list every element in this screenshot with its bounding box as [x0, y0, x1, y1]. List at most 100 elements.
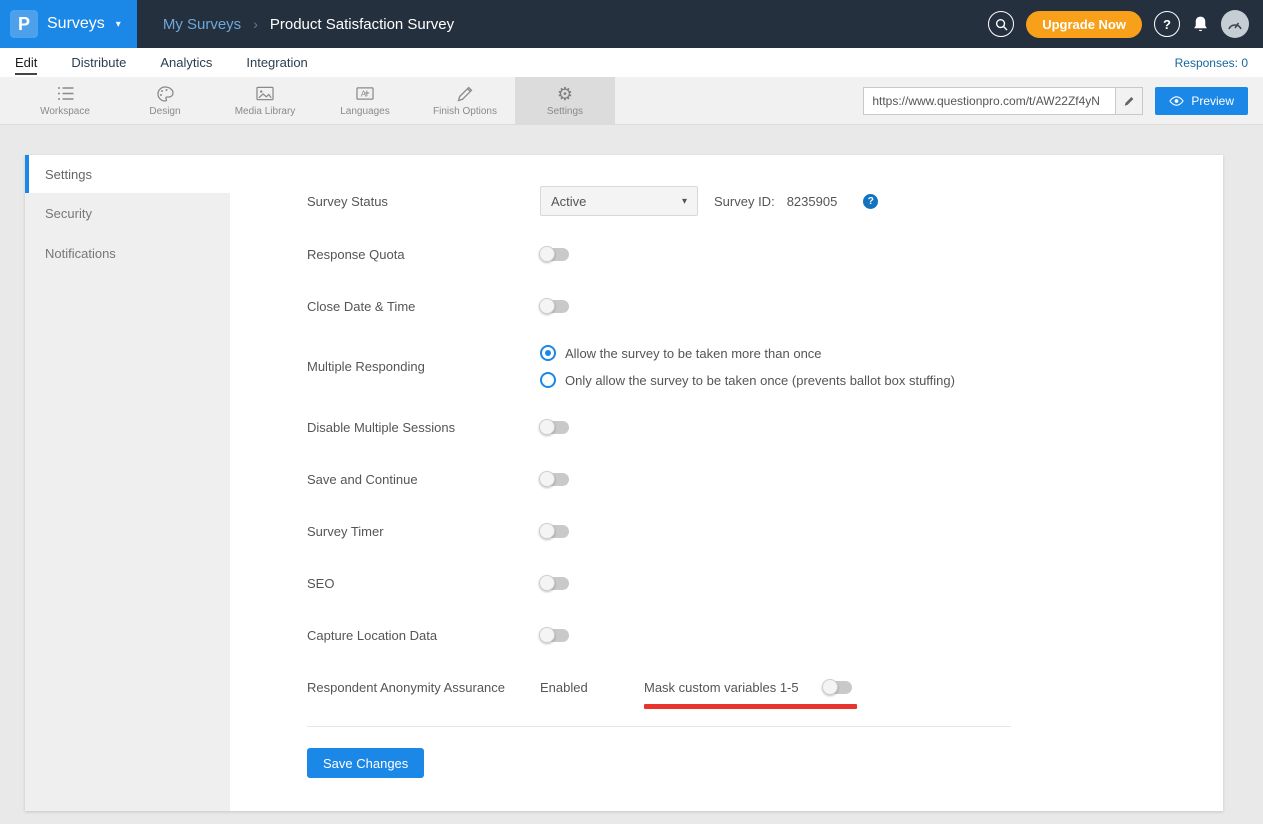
- survey-timer-toggle[interactable]: [540, 525, 569, 538]
- mask-custom-variables-group: Mask custom variables 1-5: [644, 680, 852, 695]
- edit-url-button[interactable]: [1115, 88, 1142, 114]
- main-content: Settings Security Notifications Survey S…: [0, 125, 1263, 811]
- image-icon: [255, 85, 275, 102]
- seo-toggle[interactable]: [540, 577, 569, 590]
- product-menu-label: Surveys: [47, 15, 105, 33]
- tab-integration[interactable]: Integration: [246, 50, 307, 75]
- row-respondent-anonymity: Respondent Anonymity Assurance Enabled M…: [307, 674, 1223, 701]
- toolbar-item-design[interactable]: Design: [115, 77, 215, 124]
- survey-id-help-icon[interactable]: ?: [863, 194, 878, 209]
- settings-form: Survey Status Active ▾ Survey ID: 823590…: [230, 155, 1223, 811]
- save-and-continue-toggle[interactable]: [540, 473, 569, 486]
- header-actions: Upgrade Now ?: [988, 10, 1263, 38]
- pencil-icon: [1123, 95, 1135, 107]
- survey-status-label: Survey Status: [307, 194, 540, 209]
- response-quota-label: Response Quota: [307, 247, 540, 262]
- toolbar-item-media-library[interactable]: Media Library: [215, 77, 315, 124]
- sidebar-item-notifications[interactable]: Notifications: [25, 233, 230, 273]
- toolbar-label: Finish Options: [433, 106, 497, 117]
- toolbar-item-languages[interactable]: A Languages: [315, 77, 415, 124]
- tab-analytics[interactable]: Analytics: [160, 50, 212, 75]
- mask-custom-variables-toggle[interactable]: [823, 681, 852, 694]
- preview-label: Preview: [1191, 94, 1234, 108]
- tab-edit[interactable]: Edit: [15, 50, 37, 75]
- survey-status-select[interactable]: Active ▾: [540, 186, 698, 216]
- toggle-knob: [539, 523, 555, 539]
- chevron-down-icon: ▾: [682, 196, 687, 207]
- gear-icon: ⚙: [557, 85, 573, 103]
- toolbar-right: Preview: [863, 77, 1263, 124]
- languages-icon: A: [355, 85, 375, 102]
- workspace-icon: [56, 85, 75, 102]
- product-menu[interactable]: P Surveys ▾: [0, 0, 137, 48]
- toggle-knob: [539, 419, 555, 435]
- survey-id-value: 8235905: [787, 194, 838, 209]
- bell-icon: [1192, 15, 1209, 33]
- toolbar-label: Languages: [340, 106, 390, 117]
- settings-card: Settings Security Notifications Survey S…: [25, 155, 1223, 811]
- sidebar-item-label: Notifications: [45, 246, 116, 261]
- account-avatar[interactable]: [1221, 10, 1249, 38]
- disable-multiple-sessions-toggle[interactable]: [540, 421, 569, 434]
- disable-multiple-sessions-label: Disable Multiple Sessions: [307, 420, 540, 435]
- preview-button[interactable]: Preview: [1155, 87, 1248, 115]
- toolbar-item-workspace[interactable]: Workspace: [15, 77, 115, 124]
- eye-icon: [1169, 95, 1184, 107]
- toolbar-item-finish-options[interactable]: Finish Options: [415, 77, 515, 124]
- capture-location-data-label: Capture Location Data: [307, 628, 540, 643]
- save-and-continue-label: Save and Continue: [307, 472, 540, 487]
- toolbar-item-settings[interactable]: ⚙ Settings: [515, 77, 615, 124]
- close-date-time-toggle[interactable]: [540, 300, 569, 313]
- red-highlight-bar: [644, 704, 857, 709]
- multiple-responding-label: Multiple Responding: [307, 359, 540, 374]
- responses-count[interactable]: Responses: 0: [1175, 56, 1248, 70]
- sidebar-item-settings[interactable]: Settings: [25, 155, 230, 193]
- save-changes-button[interactable]: Save Changes: [307, 748, 424, 778]
- breadcrumb: My Surveys › Product Satisfaction Survey: [163, 16, 454, 33]
- radio-option-multiple-allowed[interactable]: Allow the survey to be taken more than o…: [540, 345, 955, 361]
- upgrade-now-button[interactable]: Upgrade Now: [1026, 11, 1142, 38]
- toggle-knob: [539, 471, 555, 487]
- toggle-knob: [822, 679, 838, 695]
- sidebar-item-security[interactable]: Security: [25, 193, 230, 233]
- row-close-date-time: Close Date & Time: [307, 293, 1223, 320]
- toolbar-label: Design: [149, 106, 180, 117]
- top-header: P Surveys ▾ My Surveys › Product Satisfa…: [0, 0, 1263, 48]
- capture-location-data-toggle[interactable]: [540, 629, 569, 642]
- toggle-knob: [539, 575, 555, 591]
- close-date-time-label: Close Date & Time: [307, 299, 540, 314]
- survey-nav: Edit Distribute Analytics Integration Re…: [0, 48, 1263, 77]
- search-icon: [995, 18, 1008, 31]
- sidebar-item-label: Settings: [45, 167, 92, 182]
- anonymity-status-enabled: Enabled: [540, 680, 644, 695]
- radio-button-checked[interactable]: [540, 345, 556, 361]
- toolbar-label: Media Library: [235, 106, 296, 117]
- row-seo: SEO: [307, 570, 1223, 597]
- respondent-anonymity-label: Respondent Anonymity Assurance: [307, 680, 540, 695]
- radio-label: Allow the survey to be taken more than o…: [565, 346, 822, 361]
- mask-custom-variables-label: Mask custom variables 1-5: [644, 680, 799, 695]
- breadcrumb-current-survey: Product Satisfaction Survey: [270, 16, 454, 33]
- radio-label: Only allow the survey to be taken once (…: [565, 373, 955, 388]
- questionpro-logo: P: [10, 10, 38, 38]
- survey-id-label: Survey ID:: [714, 194, 775, 209]
- chevron-down-icon: ▾: [116, 19, 121, 30]
- survey-url-input[interactable]: [864, 94, 1115, 108]
- account-gauge-icon: [1227, 18, 1243, 30]
- response-quota-toggle[interactable]: [540, 248, 569, 261]
- radio-button-unchecked[interactable]: [540, 372, 556, 388]
- row-survey-timer: Survey Timer: [307, 518, 1223, 545]
- row-save-and-continue: Save and Continue: [307, 466, 1223, 493]
- breadcrumb-my-surveys[interactable]: My Surveys: [163, 16, 241, 33]
- row-multiple-responding: Multiple Responding Allow the survey to …: [307, 345, 1223, 388]
- settings-sidebar: Settings Security Notifications: [25, 155, 230, 811]
- help-button[interactable]: ?: [1154, 11, 1180, 37]
- notifications-button[interactable]: [1192, 15, 1209, 33]
- svg-text:A: A: [361, 89, 367, 98]
- seo-label: SEO: [307, 576, 540, 591]
- edit-toolbar: Workspace Design Media Library A Languag…: [0, 77, 1263, 125]
- tab-distribute[interactable]: Distribute: [71, 50, 126, 75]
- search-button[interactable]: [988, 11, 1014, 37]
- radio-option-once-only[interactable]: Only allow the survey to be taken once (…: [540, 372, 955, 388]
- row-disable-multiple-sessions: Disable Multiple Sessions: [307, 414, 1223, 441]
